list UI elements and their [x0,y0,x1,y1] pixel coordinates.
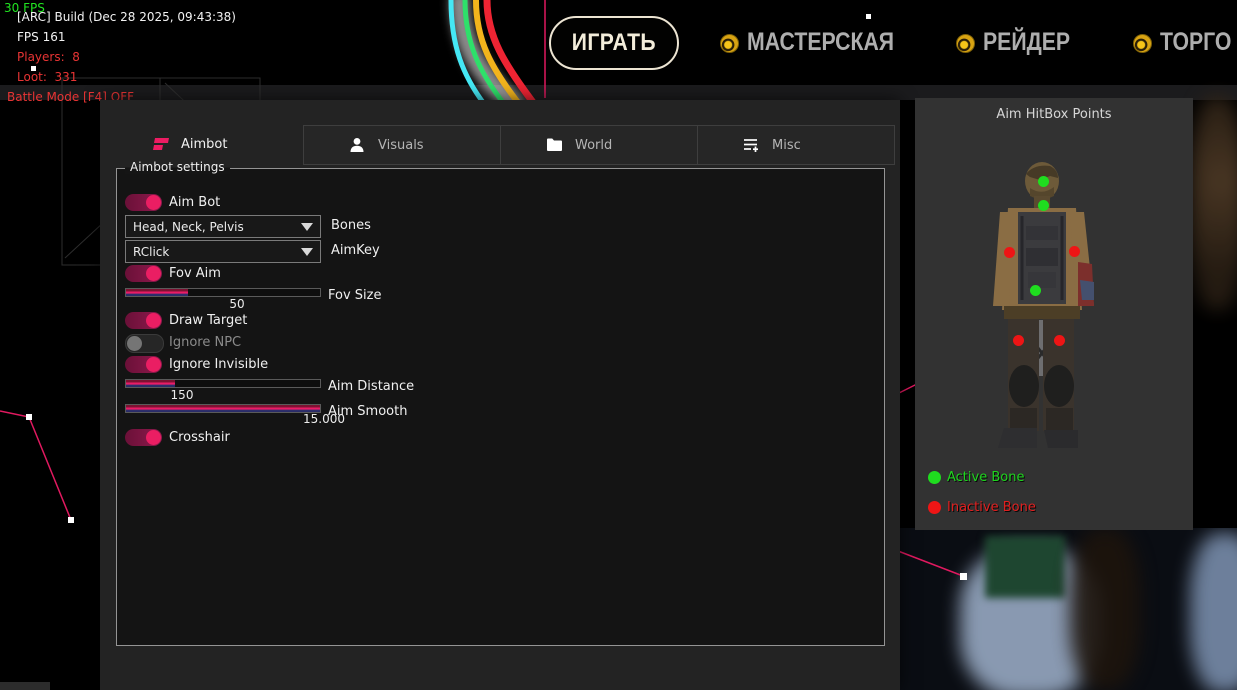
hitbox-points-layer [915,98,1193,530]
hitbox-point [1013,335,1024,346]
screen: 30 FPS [ARC] Build (Dec 28 2025, 09:43:3… [0,0,1237,690]
tab-label: Visuals [378,138,424,153]
inactive-bone-label: Inactive Bone [947,500,1036,515]
legend-inactive-bone: Inactive Bone [928,500,1036,515]
fov-aim-label: Fov Aim [169,266,221,281]
person-icon [348,136,366,154]
cheat-menu-panel: Aimbot Visuals World [100,100,900,690]
chevron-down-icon [301,223,313,231]
ignore-npc-toggle[interactable] [125,334,164,353]
draw-target-label: Draw Target [169,313,247,328]
background-hotbar-edge [0,682,50,690]
inactive-bone-dot-icon [928,501,941,514]
ignore-npc-label: Ignore NPC [169,335,241,350]
aim-smooth-value: 15.000 [294,412,354,426]
play-button[interactable]: ИГРАТЬ [549,16,679,70]
hitbox-point [1030,285,1041,296]
coin-icon [956,34,975,53]
hitbox-point [1038,200,1049,211]
draw-target-toggle[interactable] [125,312,162,329]
players-count-text: Players: 8 [17,50,80,64]
coin-icon [720,34,739,53]
tab-misc[interactable]: Misc [697,125,895,165]
ignore-invisible-label: Ignore Invisible [169,357,268,372]
build-text: [ARC] Build (Dec 28 2025, 09:43:38) [17,10,236,24]
aimkey-dropdown[interactable]: RClick [125,240,321,263]
loot-count-text: Loot: 331 [17,70,77,84]
esp-dot [866,14,871,19]
fov-aim-toggle[interactable] [125,265,162,282]
hitbox-point [1054,335,1065,346]
bones-label: Bones [331,218,371,233]
fps-text: FPS 161 [17,30,65,44]
chevron-down-icon [301,248,313,256]
tab-visuals[interactable]: Visuals [303,125,501,165]
background-rock [1190,95,1237,310]
aimkey-label: AimKey [331,243,380,258]
group-title: Aimbot settings [125,160,230,174]
hitbox-point [1004,247,1015,258]
aimkey-dropdown-value: RClick [133,245,169,259]
fov-size-label: Fov Size [328,288,381,303]
aimbot-settings-group: Aimbot settings Aim Bot Head, Neck, Pelv… [116,168,885,646]
folder-icon [545,136,563,154]
esp-dot [31,66,36,71]
hitbox-panel: Aim HitBox Points [915,98,1193,530]
fov-size-value: 50 [217,297,257,311]
crosshair-toggle[interactable] [125,429,162,446]
tab-world[interactable]: World [500,125,698,165]
aim-bot-toggle[interactable] [125,194,162,211]
game-background-scene [900,528,1237,690]
crosshair-label: Crosshair [169,430,230,445]
play-button-label: ИГРАТЬ [572,29,656,57]
aim-bot-label: Aim Bot [169,195,220,210]
nav-item-trade[interactable]: ТОРГО [1160,28,1231,57]
playlist-add-icon [742,136,760,154]
pistol-icon [151,135,169,153]
legend-active-bone: Active Bone [928,470,1024,485]
rainbow-neon-sign [415,0,550,105]
nav-item-raider[interactable]: РЕЙДЕР [983,28,1070,57]
aim-distance-value: 150 [162,388,202,402]
bones-dropdown-value: Head, Neck, Pelvis [133,220,244,234]
hitbox-point [1069,246,1080,257]
active-bone-dot-icon [928,471,941,484]
tab-label: World [575,138,612,153]
active-bone-label: Active Bone [947,470,1024,485]
aim-smooth-slider[interactable] [125,404,321,413]
tab-label: Misc [772,138,801,153]
fov-size-slider[interactable] [125,288,321,297]
aim-distance-slider[interactable] [125,379,321,388]
aim-distance-label: Aim Distance [328,379,414,394]
tab-label: Aimbot [181,137,227,152]
tab-aimbot[interactable]: Aimbot [107,125,303,163]
nav-item-workshop[interactable]: МАСТЕРСКАЯ [747,28,894,57]
bones-dropdown[interactable]: Head, Neck, Pelvis [125,215,321,238]
ignore-invisible-toggle[interactable] [125,356,162,373]
coin-icon [1133,34,1152,53]
hitbox-point [1038,176,1049,187]
